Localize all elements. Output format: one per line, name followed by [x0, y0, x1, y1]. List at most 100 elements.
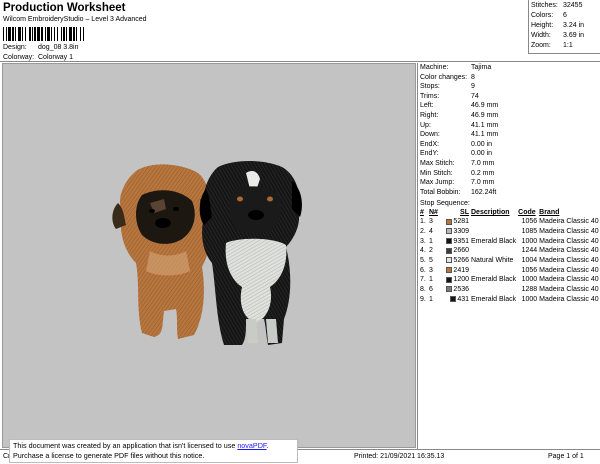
- machine-info-value: 0.2 mm: [471, 169, 495, 177]
- row-sl-value: 3309: [453, 228, 469, 236]
- col-brand: Brand: [539, 209, 560, 216]
- machine-info-value: 0.00 in: [471, 150, 493, 158]
- machine-info-value: Tajima: [471, 64, 492, 71]
- notice-text: This document was created by an applicat…: [13, 441, 238, 450]
- row-description: [470, 265, 517, 275]
- machine-info-label: Min Stitch:: [420, 169, 453, 177]
- row-num: 4.: [420, 247, 426, 255]
- color-swatch: [446, 276, 453, 283]
- machine-info-label: Right:: [420, 112, 439, 119]
- machine-info-value: 162.24ft: [471, 188, 497, 196]
- row-sl-value: 1200: [453, 276, 469, 284]
- color-swatch: [446, 237, 453, 244]
- row-brand: Madeira Classic 40: [539, 266, 599, 274]
- row-needle: 3: [429, 218, 433, 226]
- row-description: Emerald Black: [471, 295, 517, 303]
- row-needle: 1: [429, 237, 433, 245]
- machine-info-row: Left: 46.9 mm: [420, 102, 498, 109]
- tan-dog: [112, 164, 213, 339]
- row-brand: Madeira Classic 40: [539, 247, 599, 255]
- row-code: 1000: [521, 276, 538, 284]
- machine-info-row: EndY: 0.00 in: [420, 150, 492, 157]
- color-swatch: [446, 266, 453, 273]
- row-num: 7.: [420, 276, 426, 284]
- row-description: [470, 246, 517, 256]
- stat-label: Stitches:: [531, 2, 558, 9]
- row-needle: 1: [429, 295, 433, 303]
- row-sl-value: 2536: [453, 286, 469, 294]
- machine-info-row: EndX: 0.00 in: [420, 141, 492, 148]
- row-description: Natural White: [471, 257, 514, 265]
- stat-row: Stitches: 32455: [531, 2, 582, 9]
- machine-info-row: Max Stitch: 7.0 mm: [420, 160, 494, 167]
- stat-value: 6: [563, 12, 567, 19]
- machine-info-row: Max Jump: 7.0 mm: [420, 179, 494, 186]
- row-description: Emerald Black: [471, 276, 517, 284]
- table-row: 8. 6 2536 1288 Madeira Classic 40: [419, 285, 600, 295]
- row-description: [470, 285, 517, 295]
- machine-info-label: Left:: [420, 102, 434, 110]
- row-code: 1000: [521, 237, 538, 245]
- stat-row: Zoom: 1:1: [531, 42, 573, 49]
- row-code: 1085: [521, 228, 538, 236]
- design-row: Design: dog_08 3.8in: [3, 44, 78, 51]
- col-needle: N#: [429, 209, 438, 216]
- row-sl: 2419: [440, 265, 470, 275]
- table-row: 1. 3 5281 1056 Madeira Classic 40: [419, 217, 600, 227]
- stop-sequence-label: Stop Sequence:: [420, 200, 470, 207]
- row-num: 3.: [420, 237, 426, 245]
- design-preview: [2, 63, 416, 448]
- col-sl: SL: [460, 209, 469, 216]
- table-row: 7. 1 1200 Emerald Black 1000 Madeira Classic …: [419, 275, 600, 285]
- row-sl: 5281: [440, 217, 470, 227]
- stat-label: Width:: [531, 32, 551, 39]
- novapdf-link[interactable]: novaPDF: [237, 441, 266, 450]
- row-num: 6.: [420, 266, 426, 274]
- machine-info-row: Machine: Tajima: [420, 64, 491, 71]
- row-num: 5.: [420, 257, 426, 265]
- row-sl-value: 5266: [453, 257, 469, 265]
- table-row: 3. 1 9351 Emerald Black 1000 Madeira Classic …: [419, 236, 600, 246]
- machine-info-label: Down:: [420, 131, 440, 139]
- stat-value: 3.69 in: [563, 32, 585, 39]
- machine-info-label: Max Jump:: [420, 179, 455, 187]
- machine-info-value: 7.0 mm: [471, 160, 495, 167]
- stat-value: 32455: [563, 2, 583, 9]
- machine-info-row: Down: 41.1 mm: [420, 131, 498, 138]
- row-code: 1288: [521, 286, 538, 294]
- machine-info-value: 7.0 mm: [471, 179, 495, 187]
- row-sl-value: 431: [457, 295, 469, 303]
- colorway-label: Colorway:: [3, 54, 35, 61]
- row-needle: 3: [429, 266, 433, 274]
- machine-info-value: 46.9 mm: [471, 102, 499, 110]
- machine-info-value: 74: [471, 92, 479, 100]
- embroidery-dogs-image: [112, 161, 302, 345]
- stat-label: Height:: [531, 22, 554, 29]
- black-white-dog: [199, 161, 302, 345]
- worksheet-header: Production Worksheet Wilcom EmbroiderySt…: [0, 0, 600, 62]
- table-row: 2. 4 3309 1085 Madeira Classic 40: [419, 227, 600, 237]
- page-number: Page 1 of 1: [548, 453, 584, 460]
- stat-label: Colors:: [531, 12, 554, 19]
- row-sl: 2536: [440, 285, 470, 295]
- row-brand: Madeira Classic 40: [539, 276, 599, 284]
- machine-info-label: Color changes:: [420, 73, 468, 81]
- row-sl: 1200: [440, 275, 470, 285]
- color-swatch: [450, 296, 457, 302]
- row-sl: 9351: [440, 236, 470, 246]
- machine-info-label: Stops:: [420, 83, 440, 91]
- stat-value: 3.24 in: [563, 22, 585, 29]
- design-label: Design:: [3, 44, 27, 51]
- color-swatch: [446, 247, 453, 254]
- table-row: 6. 3 2419 1056 Madeira Classic 40: [419, 265, 600, 275]
- machine-info-value: 46.9 mm: [471, 112, 499, 119]
- page-title: Production Worksheet: [3, 2, 126, 14]
- row-brand: Madeira Classic 40: [539, 218, 599, 226]
- machine-info-label: Total Bobbin:: [420, 188, 461, 196]
- machine-info-value: 41.1 mm: [471, 121, 499, 129]
- row-needle: 1: [429, 276, 433, 284]
- machine-info-value: 9: [471, 83, 475, 91]
- machine-info-label: EndY:: [420, 150, 439, 158]
- stat-row: Height: 3.24 in: [531, 22, 584, 29]
- row-brand: Madeira Classic 40: [539, 237, 599, 245]
